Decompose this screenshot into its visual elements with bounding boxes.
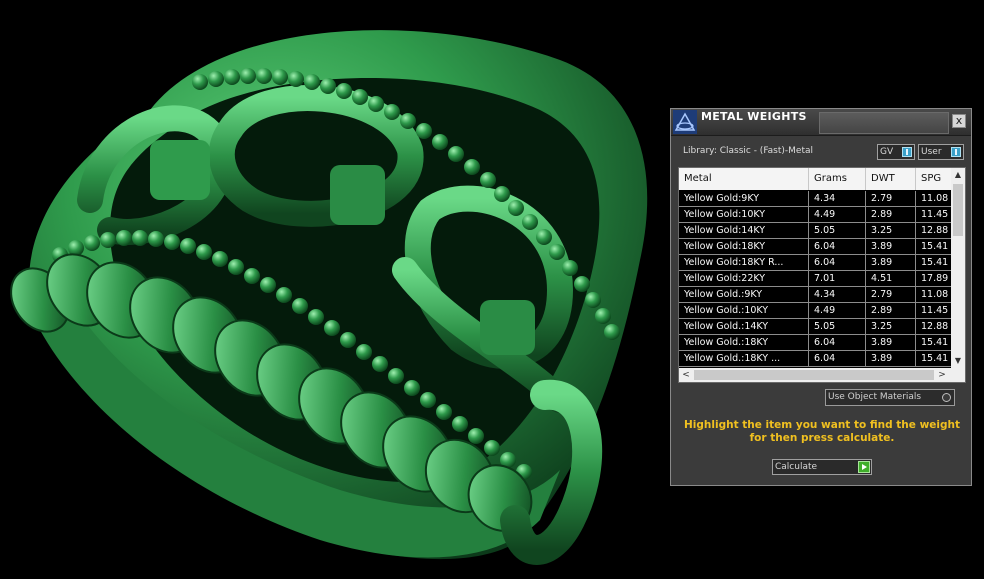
grams-cell: 4.34 [809, 287, 866, 303]
dwt-cell: 4.51 [866, 271, 916, 287]
dwt-cell: 3.89 [866, 351, 916, 367]
grams-cell: 5.05 [809, 223, 866, 239]
chevron-left-icon[interactable]: < [679, 368, 693, 382]
metal-cell: Yellow Gold.:18KY ... [679, 351, 809, 367]
grams-cell: 5.05 [809, 319, 866, 335]
table-row[interactable]: Yellow Gold.:10KY 4.49 2.89 11.45 [679, 303, 951, 319]
column-header-dwt[interactable]: DWT [866, 168, 916, 190]
table-row[interactable]: Yellow Gold.:18KY 6.04 3.89 15.41 [679, 335, 951, 351]
calculate-button[interactable]: Calculate [772, 459, 872, 475]
dwt-cell: 3.25 [866, 223, 916, 239]
dwt-cell: 3.89 [866, 335, 916, 351]
grams-cell: 6.04 [809, 255, 866, 271]
grams-cell: 4.34 [809, 191, 866, 207]
metal-table: Metal Grams DWT SPG Yellow Gold:9KY 4.34 2… [678, 167, 966, 383]
dwt-cell: 3.25 [866, 319, 916, 335]
dwt-cell: 3.89 [866, 255, 916, 271]
grams-cell: 6.04 [809, 335, 866, 351]
grams-cell: 6.04 [809, 239, 866, 255]
dwt-cell: 2.79 [866, 287, 916, 303]
spg-cell: 11.45 [921, 209, 949, 220]
table-row[interactable]: Yellow Gold:18KY 6.04 3.89 15.41 [679, 239, 951, 255]
play-icon[interactable] [858, 461, 870, 473]
use-object-materials-option[interactable]: Use Object Materials [825, 389, 955, 406]
close-icon[interactable]: x [952, 114, 966, 128]
library-label: Library: Classic - (Fast)-Metal [683, 146, 814, 156]
user-toggle-label: User [921, 147, 942, 157]
metal-cell: Yellow Gold.:18KY [679, 335, 809, 351]
metal-cell: Yellow Gold.:14KY [679, 319, 809, 335]
spg-cell: 15.41 [921, 241, 949, 252]
spg-cell: 12.88 [921, 321, 949, 332]
dwt-cell: 2.79 [866, 191, 916, 207]
metal-cell: Yellow Gold:18KY [679, 239, 809, 255]
spg-cell: 15.41 [921, 337, 949, 348]
dwt-cell: 3.89 [866, 239, 916, 255]
spg-cell: 11.08 [921, 289, 949, 300]
table-body: Yellow Gold:9KY 4.34 2.79 11.08 Yellow Gold… [679, 191, 951, 367]
table-row[interactable]: Yellow Gold.:14KY 5.05 3.25 12.88 [679, 319, 951, 335]
column-header-grams[interactable]: Grams [809, 168, 866, 190]
chevron-down-icon[interactable]: ▼ [951, 354, 965, 368]
table-row[interactable]: Yellow Gold.:9KY 4.34 2.79 11.08 [679, 287, 951, 303]
spg-cell: 11.45 [921, 305, 949, 316]
instruction-text: Highlight the item you want to find the … [684, 419, 960, 444]
matrix-logo-icon [673, 110, 697, 134]
calculate-label: Calculate [775, 462, 818, 472]
metal-weights-panel: METAL WEIGHTS x Library: Classic - (Fast… [670, 108, 972, 486]
dwt-cell: 2.89 [866, 207, 916, 223]
toggle-switch-icon [951, 147, 961, 157]
table-row[interactable]: Yellow Gold:14KY 5.05 3.25 12.88 [679, 223, 951, 239]
spg-cell: 17.89 [921, 273, 949, 284]
table-row[interactable]: Yellow Gold:18KY R... 6.04 3.89 15.41 [679, 255, 951, 271]
column-header-metal[interactable]: Metal [679, 168, 809, 190]
table-row[interactable]: Yellow Gold:22KY 7.01 4.51 17.89 [679, 271, 951, 287]
grams-cell: 7.01 [809, 271, 866, 287]
gv-toggle-label: GV [880, 147, 894, 157]
spg-cell: 15.41 [921, 257, 949, 268]
toggle-switch-icon [902, 147, 912, 157]
metal-cell: Yellow Gold:10KY [679, 207, 809, 223]
user-toggle[interactable]: User [918, 144, 964, 160]
metal-cell: Yellow Gold:14KY [679, 223, 809, 239]
metal-cell: Yellow Gold:9KY [679, 191, 809, 207]
horizontal-scrollbar[interactable]: < > [679, 368, 965, 382]
horizontal-scroll-thumb[interactable] [694, 370, 934, 380]
use-object-materials-label: Use Object Materials [828, 392, 922, 402]
radio-button-icon[interactable] [942, 393, 951, 402]
column-header-spg[interactable]: SPG [916, 168, 956, 190]
table-header: Metal Grams DWT SPG [679, 168, 951, 190]
vertical-scroll-thumb[interactable] [953, 184, 963, 236]
spg-cell: 11.08 [921, 193, 949, 204]
dwt-cell: 2.89 [866, 303, 916, 319]
title-bar-fill [819, 112, 949, 134]
table-row[interactable]: Yellow Gold:9KY 4.34 2.79 11.08 [679, 191, 951, 207]
table-row[interactable]: Yellow Gold:10KY 4.49 2.89 11.45 [679, 207, 951, 223]
metal-cell: Yellow Gold:22KY [679, 271, 809, 287]
vertical-scrollbar[interactable]: ▲ ▼ [951, 168, 965, 368]
gv-toggle[interactable]: GV [877, 144, 915, 160]
panel-titlebar[interactable]: METAL WEIGHTS x [671, 109, 971, 136]
spg-cell: 15.41 [921, 353, 949, 364]
table-row[interactable]: Yellow Gold.:18KY ... 6.04 3.89 15.41 [679, 351, 951, 367]
grams-cell: 4.49 [809, 207, 866, 223]
chevron-up-icon[interactable]: ▲ [951, 168, 965, 182]
chevron-right-icon[interactable]: > [935, 368, 949, 382]
metal-cell: Yellow Gold.:10KY [679, 303, 809, 319]
grams-cell: 6.04 [809, 351, 866, 367]
metal-cell: Yellow Gold:18KY R... [679, 255, 809, 271]
spg-cell: 12.88 [921, 225, 949, 236]
grams-cell: 4.49 [809, 303, 866, 319]
metal-cell: Yellow Gold.:9KY [679, 287, 809, 303]
panel-title: METAL WEIGHTS [701, 110, 807, 123]
